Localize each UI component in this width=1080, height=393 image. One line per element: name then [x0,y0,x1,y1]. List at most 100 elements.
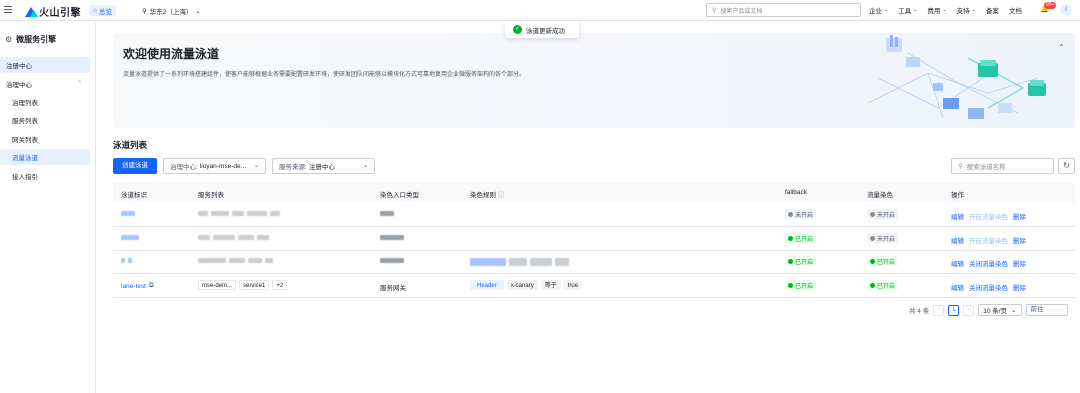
lane-id: lane-test ⧉ [121,282,154,290]
brand-logo[interactable]: 火山引擎 [25,4,81,19]
sidebar-item-gateways[interactable]: 网关列表 [0,131,90,147]
nav-support[interactable]: 支持 ⌄ [957,5,976,15]
chevron-down-icon: ⌄ [884,7,889,13]
create-lane-button[interactable]: 创建泳道 [113,158,157,174]
refresh-button[interactable]: ↻ [1058,158,1075,174]
fallback-label: 未开启 [795,212,814,219]
sidebar-item-governance-list[interactable]: 治理列表 [0,94,90,110]
delete-link[interactable]: 删除 [1013,211,1026,221]
sidebar-item-traffic-lanes[interactable]: 流量泳道 [0,149,90,165]
chevron-down-icon: ⌄ [971,7,976,13]
fallback-label: 已开启 [795,259,814,266]
goto-page-input[interactable]: 前往 [1025,304,1068,316]
page-size-select[interactable]: 10 条/页 ⌄ [978,304,1022,316]
check-circle-icon: ✓ [513,25,522,34]
chevron-up-icon[interactable]: ⌃ [1058,43,1065,52]
refresh-icon: ↻ [1063,161,1070,170]
global-search-input[interactable]: ⚲ 搜索产品或文档 [706,3,861,17]
user-avatar[interactable]: I [1060,4,1072,16]
next-page-button[interactable]: › [963,304,975,316]
governance-center-select[interactable]: 治理中心: liuyan-mse-de... ⌄ [163,158,266,174]
chevron-down-icon: ⌄ [253,163,259,169]
chevron-down-icon: ⌄ [195,7,201,15]
table-row: 未开启 未开启 编辑 开启流量染色 删除 [113,204,1075,227]
services-tags: mse-dem... service1 +2 [198,280,288,290]
copy-icon[interactable]: ⧉ [149,282,154,290]
nav-tools[interactable]: 工具 ⌄ [898,5,917,15]
chevron-down-icon: ⌄ [1011,307,1017,314]
sidebar-item-label: 治理中心 [6,82,32,89]
fallback-status: 已开启 [785,233,817,243]
nav-docs[interactable]: 文档 [1009,5,1022,15]
top-bar: 火山引擎 ⌂ 总览 ⚲ 华东2（上海） ⌄ ⚲ 搜索产品或文档 企业 ⌄ 工具 ⌄ … [0,0,1080,21]
row-actions: 编辑 关闭流量染色 删除 [951,282,1026,292]
dye-status: 已开启 [867,280,899,290]
table-header: 泳道标识 服务列表 染色入口类型 染色规则 ⓘ fallback 流量染色 操作 [113,183,1075,202]
sidebar-item-registry[interactable]: 注册中心 [0,57,90,73]
search-icon: ⚲ [712,7,717,14]
col-dye-rule-label: 染色规则 [470,192,496,199]
col-fallback: fallback [785,189,808,196]
toast-message: 泳道更新成功 [526,27,565,35]
sidebar-item-access-guide[interactable]: 接入指引 [0,168,90,184]
sidebar-item-governance[interactable]: 治理中心 ⌃ [0,76,90,92]
more-services-tag[interactable]: +2 [272,280,288,290]
entry-type: 服务网关 [380,285,406,292]
nav-enterprise[interactable]: 企业 ⌄ [869,5,888,15]
col-traffic-dye: 流量染色 [867,192,893,199]
enable-dye-link[interactable]: 开启流量染色 [969,235,1008,245]
source-label: 服务来源: [279,164,307,171]
disable-dye-link[interactable]: 关闭流量染色 [969,258,1008,268]
help-icon[interactable]: ⓘ [498,192,505,199]
col-entry-type: 染色入口类型 [380,192,419,199]
dye-status: 已开启 [867,256,899,266]
entry-type-redacted [380,258,404,263]
service-source-select[interactable]: 服务来源: 注册中心 ⌄ [272,158,375,174]
menu-icon[interactable] [4,6,12,14]
nav-filing[interactable]: 备案 [986,5,999,15]
edit-link[interactable]: 编辑 [951,258,964,268]
banner-description: 流量泳道提供了一系列环境搭建组件，使客户能够根据业务需要配置研发环境，使研发团队… [123,72,526,78]
nav-billing[interactable]: 费用 ⌄ [927,5,946,15]
fallback-status: 已开启 [785,256,817,266]
edit-link[interactable]: 编辑 [951,211,964,221]
row-actions: 编辑 开启流量染色 删除 [951,211,1026,221]
dye-rule: Header x-canary 等于 true [470,280,583,290]
home-button[interactable]: ⌂ 总览 [89,5,116,16]
dye-label: 未开启 [877,212,896,219]
lane-search-input[interactable]: ⚲ 搜索泳道名称 [951,158,1054,174]
row-actions: 编辑 开启流量染色 删除 [951,235,1026,245]
governance-label: 治理中心: [170,164,198,171]
pagination: 共 4 条 ‹ 1 › 10 条/页 ⌄ 前往 [909,304,1068,316]
region-selector[interactable]: ⚲ 华东2（上海） ⌄ [142,5,201,16]
lane-id-redacted [121,235,139,240]
table-row: 已开启 未开启 编辑 开启流量染色 删除 [113,228,1075,251]
lane-id-redacted [121,258,132,263]
sidebar-item-services[interactable]: 服务列表 [0,112,90,128]
banner-title: 欢迎使用流量泳道 [123,47,220,61]
table-row: lane-test ⧉ mse-dem... service1 +2 服务网关 … [113,275,1075,298]
lane-id-redacted [121,211,135,216]
delete-link[interactable]: 删除 [1013,235,1026,245]
edit-link[interactable]: 编辑 [951,282,964,292]
lane-name-link[interactable]: lane-test [121,283,146,290]
delete-link[interactable]: 删除 [1013,258,1026,268]
col-dye-rule: 染色规则 ⓘ [470,189,504,199]
dye-label: 已开启 [877,259,896,266]
chevron-down-icon: ⌄ [362,163,368,169]
chevron-down-icon: ⌄ [942,7,947,13]
page-button-current[interactable]: 1 [948,304,960,316]
edit-link[interactable]: 编辑 [951,235,964,245]
search-icon: ⚲ [958,163,963,170]
network-illustration [867,35,1046,119]
chevron-down-icon: ⌄ [913,7,918,13]
governance-value: liuyan-mse-de... [199,162,247,170]
disable-dye-link[interactable]: 关闭流量染色 [969,282,1008,292]
enable-dye-link[interactable]: 开启流量染色 [969,211,1008,221]
dye-label: 未开启 [877,236,896,243]
prev-page-button[interactable]: ‹ [933,304,945,316]
sidebar-title-label: 微服务引擎 [16,35,57,44]
fallback-label: 已开启 [795,236,814,243]
delete-link[interactable]: 删除 [1013,282,1026,292]
services-redacted [198,235,269,240]
